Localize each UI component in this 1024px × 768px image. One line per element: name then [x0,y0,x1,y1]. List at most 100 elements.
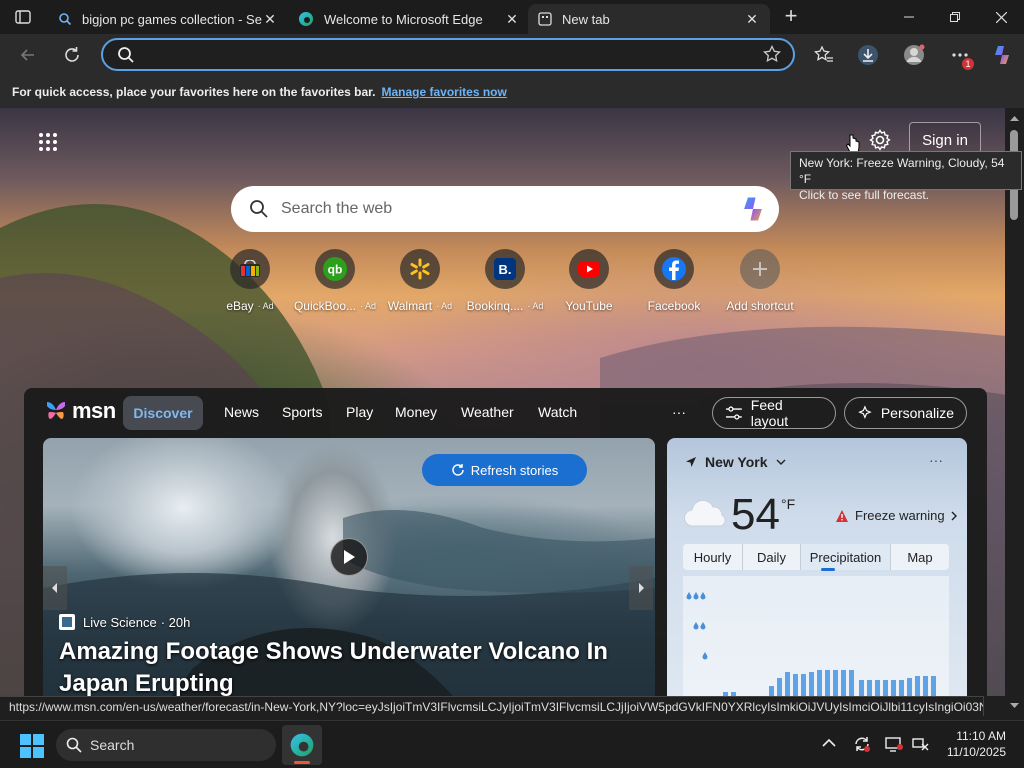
tab-discover[interactable]: Discover [123,396,203,430]
freeze-warning-alert[interactable]: Freeze warning [835,508,957,523]
ebay-icon [230,249,270,289]
temperature: 54 [731,490,780,539]
address-input[interactable] [147,45,747,65]
sync-icon[interactable] [852,735,872,753]
live-science-logo [59,614,75,630]
shortcut-quickbooks[interactable]: qb QuickBoo... · Ad [287,249,383,313]
personalize-button[interactable]: Personalize [844,397,967,429]
windows-start-icon[interactable] [20,734,44,758]
search-icon [66,737,82,753]
tab-actions-icon[interactable] [14,8,32,26]
story-time: · 20h [160,614,191,630]
more-tabs-button[interactable]: ··· [672,404,686,420]
tab-new-tab[interactable]: New tab ✕ [528,4,770,34]
weather-more-button[interactable]: ··· [929,452,943,468]
svg-text:qb: qb [328,263,343,277]
play-video-button[interactable] [330,538,368,576]
close-tab-button[interactable]: ✕ [262,11,278,27]
settings-gear-icon[interactable] [868,128,892,152]
sparkle-icon [858,405,872,419]
search-icon [117,46,135,64]
weather-card[interactable]: New York ··· 54 °F Freeze warning Hourly… [667,438,967,696]
edge-taskbar-icon[interactable] [282,725,322,765]
shortcut-facebook[interactable]: Facebook [626,249,722,313]
display-icon[interactable] [884,735,904,753]
shortcut-label: Add shortcut [726,299,794,313]
shortcut-walmart[interactable]: Walmart · Ad [372,249,468,313]
story-headline[interactable]: Amazing Footage Shows Underwater Volcano… [59,636,619,696]
tab-daily[interactable]: Daily [743,544,801,570]
shortcut-booking[interactable]: B. Bookinq.... · Ad [457,249,553,313]
apps-grid-icon[interactable] [38,132,58,152]
hero-story-card[interactable]: Refresh stories Live Science · 20h Amazi… [43,438,655,696]
chevron-left-icon [52,583,57,593]
notification-badge: 1 [962,58,974,70]
chevron-down-icon [776,459,786,465]
next-story-button[interactable] [629,566,653,610]
copilot-icon[interactable] [738,195,768,223]
network-disconnected-icon[interactable] [910,735,930,753]
taskbar-search[interactable]: Search [56,729,276,761]
restore-button[interactable] [932,0,978,34]
previous-story-button[interactable] [43,566,67,610]
shortcut-add[interactable]: Add shortcut [712,249,808,313]
more-menu-icon[interactable]: 1 [944,39,976,71]
facebook-icon [654,249,694,289]
close-tab-button[interactable]: ✕ [744,11,760,27]
walmart-icon [400,249,440,289]
tab-weather[interactable]: Weather [461,404,514,420]
msn-feed: msn Discover News Sports Play Money Weat… [24,388,987,696]
browser-toolbar: 1 [0,34,1024,76]
address-bar[interactable] [101,38,795,71]
shortcut-label: eBay [226,299,254,313]
tab-hourly[interactable]: Hourly [683,544,743,570]
web-search-box[interactable]: Search the web [231,186,779,232]
manage-favorites-link[interactable]: Manage favorites now [381,85,506,99]
favorite-star-icon[interactable] [763,45,781,63]
tooltip-line-2: Click to see full forecast. [799,188,930,202]
back-button[interactable] [12,39,44,71]
chevron-up-icon[interactable] [822,738,836,748]
precipitation-chart-svg [686,592,936,696]
tab-title: bigjon pc games collection - Search [82,11,262,27]
tab-news[interactable]: News [224,404,259,420]
story-source: Live Science · 20h [59,614,190,630]
tab-sports[interactable]: Sports [282,404,322,420]
shortcut-label: Walmart [387,299,433,313]
downloads-icon[interactable] [852,39,884,71]
close-tab-button[interactable]: ✕ [504,11,520,27]
weather-tabs: Hourly Daily Precipitation Map [683,544,949,570]
tab-money[interactable]: Money [395,404,437,420]
edge-icon [298,11,314,27]
tab-map[interactable]: Map [891,544,949,570]
refresh-stories-button[interactable]: Refresh stories [422,454,587,486]
drop-icons [686,592,708,660]
system-clock[interactable]: 11:10 AM 11/10/2025 [940,728,1006,760]
refresh-button[interactable] [56,39,88,71]
search-icon [249,199,269,219]
close-window-button[interactable] [978,0,1024,34]
tab-play[interactable]: Play [346,404,373,420]
shortcut-youtube[interactable]: YouTube [541,249,637,313]
scroll-up-icon[interactable] [1005,112,1024,126]
quickbooks-icon: qb [315,249,355,289]
copilot-icon[interactable] [986,39,1018,71]
new-tab-button[interactable]: + [780,5,802,28]
minimize-button[interactable] [886,0,932,34]
tab-search[interactable]: bigjon pc games collection - Search ✕ [48,4,288,34]
tab-precipitation[interactable]: Precipitation [801,544,891,570]
msn-logo[interactable]: msn [44,398,116,424]
tab-welcome-edge[interactable]: Welcome to Microsoft Edge ✕ [288,4,530,34]
feed-layout-button[interactable]: Feed layout [712,397,836,429]
location-name: New York [705,454,768,470]
chevron-right-icon [639,583,644,593]
shortcut-label: QuickBoo... [293,299,356,313]
favorites-icon[interactable] [808,39,840,71]
scroll-down-icon[interactable] [1005,698,1024,712]
tab-watch[interactable]: Watch [538,404,577,420]
shortcut-ebay[interactable]: eBay · Ad [202,249,298,313]
active-tab-indicator [821,568,835,571]
weather-location[interactable]: New York [685,454,786,470]
profile-avatar[interactable] [898,39,930,71]
plus-icon [740,249,780,289]
